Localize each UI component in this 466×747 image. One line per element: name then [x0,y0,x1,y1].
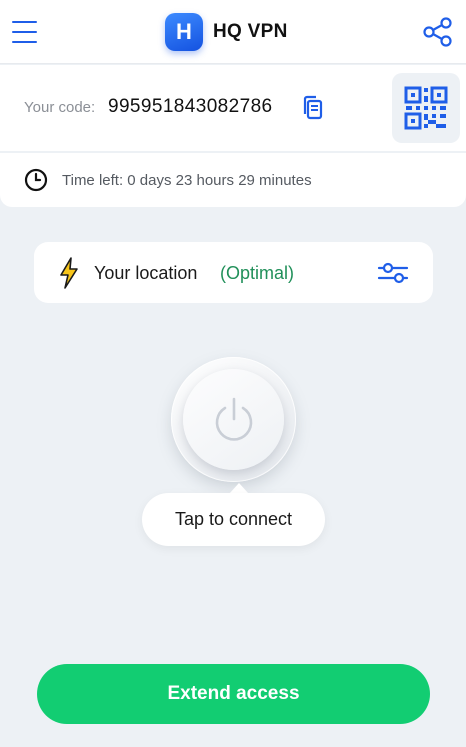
connect-power-button[interactable] [183,369,284,470]
qr-code-button[interactable] [392,73,460,143]
lightning-bolt-icon [58,257,80,289]
location-label: Your location [94,263,198,283]
location-status: (Optimal) [220,263,295,283]
logo-badge: H [165,13,203,51]
qr-code-icon [404,86,448,130]
extend-access-button[interactable]: Extend access [37,664,430,724]
connect-tooltip: Tap to connect [142,493,325,546]
code-section: Your code: 995951843082786 [0,65,466,151]
filter-sliders-icon[interactable] [376,260,410,286]
time-left-section: Time left: 0 days 23 hours 29 minutes [0,153,466,207]
menu-icon[interactable] [12,20,38,44]
time-left-text: Time left: 0 days 23 hours 29 minutes [62,172,312,189]
app-header: H HQ VPN [0,0,466,64]
location-selector[interactable]: Your location (Optimal) [34,242,433,303]
copy-icon[interactable] [301,95,325,121]
app-title: HQ VPN [213,21,288,42]
app-logo: H HQ VPN [165,13,288,51]
power-icon [215,397,252,441]
code-label: Your code: [24,99,96,116]
code-value: 995951843082786 [108,96,273,117]
share-icon[interactable] [421,16,455,48]
clock-icon [24,168,48,192]
